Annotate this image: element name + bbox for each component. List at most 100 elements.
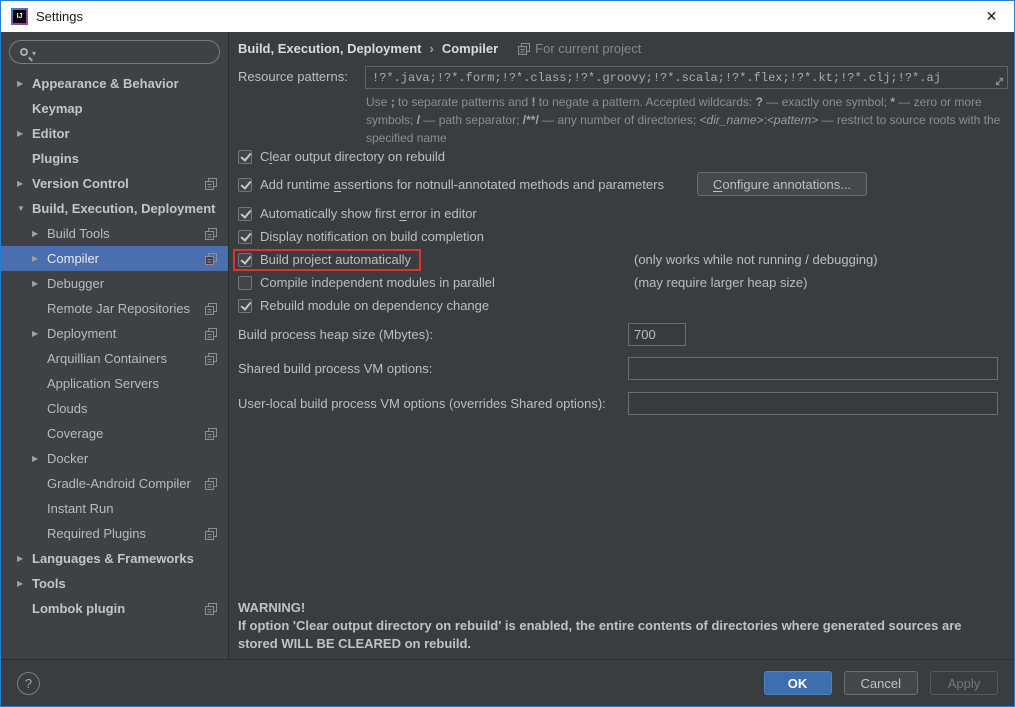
project-scope-icon xyxy=(205,602,217,615)
sidebar-item-editor[interactable]: ▶ Editor xyxy=(1,121,228,146)
hint-segment: ? xyxy=(755,95,763,109)
checkbox-label: Configure annotations... xyxy=(713,176,852,192)
display-notification-on-build-completion-checkbox[interactable] xyxy=(238,229,252,244)
sidebar-item-instant-run[interactable]: Instant Run xyxy=(1,496,228,521)
dialog-body: ▾ ▶ Appearance & Behavior Keymap ▶ Editor Plu… xyxy=(1,32,1014,659)
shared-vm-options-label: Shared build process VM options: xyxy=(238,361,433,376)
sidebar-item-label: Remote Jar Repositories xyxy=(47,301,191,316)
dialog-footer: ? OK Cancel Apply xyxy=(1,659,1014,706)
hint-segment: to separate patterns and xyxy=(394,95,532,109)
checkbox-note: (only works while not running / debuggin… xyxy=(634,252,878,267)
sidebar-item-gradle-android-compiler[interactable]: Gradle-Android Compiler xyxy=(1,471,228,496)
checkbox-label: Display notification on build completion xyxy=(260,229,485,244)
intellij-logo-icon: IJ xyxy=(11,8,28,25)
sidebar-item-label: Docker xyxy=(47,451,89,466)
settings-search-input[interactable]: ▾ xyxy=(9,40,220,64)
breadcrumb: Build, Execution, Deployment › Compiler … xyxy=(238,41,641,56)
chevron-right-icon[interactable]: ▶ xyxy=(17,129,32,138)
ok-button[interactable]: OK xyxy=(763,671,832,695)
sidebar-item-build-tools[interactable]: ▶ Build Tools xyxy=(1,221,228,246)
sidebar-item-languages-frameworks[interactable]: ▶ Languages & Frameworks xyxy=(1,546,228,571)
sidebar-item-remote-jar-repositories[interactable]: Remote Jar Repositories xyxy=(1,296,228,321)
chevron-right-icon[interactable]: ▶ xyxy=(17,79,32,88)
sidebar-item-build-execution-deployment[interactable]: ▼ Build, Execution, Deployment xyxy=(1,196,228,221)
sidebar-item-label: Debugger xyxy=(47,276,105,291)
sidebar-item-deployment[interactable]: ▶ Deployment xyxy=(1,321,228,346)
sidebar-item-label: Compiler xyxy=(47,251,100,266)
resource-patterns-label: Resource patterns: xyxy=(238,69,348,84)
hint-segment: — path separator; xyxy=(420,113,523,127)
hint-segment: /**/ xyxy=(522,113,539,127)
cancel-button[interactable]: Cancel xyxy=(843,671,918,695)
window-title: Settings xyxy=(36,9,83,24)
sidebar-item-label: Lombok plugin xyxy=(32,601,126,616)
chevron-right-icon[interactable]: ▶ xyxy=(32,454,47,463)
sidebar-item-arquillian-containers[interactable]: Arquillian Containers xyxy=(1,346,228,371)
user-local-vm-options-label: User-local build process VM options (ove… xyxy=(238,396,606,411)
shared-vm-options-input[interactable] xyxy=(628,357,998,380)
sidebar-item-application-servers[interactable]: Application Servers xyxy=(1,371,228,396)
user-local-vm-options-row: User-local build process VM options (ove… xyxy=(238,392,998,416)
sidebar-item-label: Tools xyxy=(32,576,66,591)
close-icon[interactable]: ✕ xyxy=(969,1,1014,32)
checkbox-label: Clear output directory on rebuild xyxy=(260,149,445,164)
sidebar-item-tools[interactable]: ▶ Tools xyxy=(1,571,228,596)
project-scope-icon xyxy=(205,427,217,440)
sidebar-item-label: Deployment xyxy=(47,326,117,341)
sidebar-item-version-control[interactable]: ▶ Version Control xyxy=(1,171,228,196)
add-runtime-assertions-for-notnull-annotated-methods-and-parameters-checkbox[interactable] xyxy=(238,177,252,192)
chevron-right-icon[interactable]: ▶ xyxy=(17,554,32,563)
sidebar-item-keymap[interactable]: Keymap xyxy=(1,96,228,121)
sidebar-item-debugger[interactable]: ▶ Debugger xyxy=(1,271,228,296)
chevron-right-icon[interactable]: ▶ xyxy=(32,254,47,263)
warning-line: If option 'Clear output directory on reb… xyxy=(238,618,962,633)
chevron-right-icon[interactable]: ▶ xyxy=(32,229,47,238)
sidebar-item-label: Languages & Frameworks xyxy=(32,551,194,566)
help-button[interactable]: ? xyxy=(17,671,40,695)
sidebar-item-coverage[interactable]: Coverage xyxy=(1,421,228,446)
hint-segment: <dir_name> xyxy=(699,113,764,127)
checkbox-label: Add runtime assertions for notnull-annot… xyxy=(260,177,664,192)
chevron-right-icon[interactable]: ▶ xyxy=(32,329,47,338)
sidebar-item-label: Coverage xyxy=(47,426,104,441)
sidebar-item-plugins[interactable]: Plugins xyxy=(1,146,228,171)
resource-patterns-fieldbox xyxy=(365,66,1008,89)
scope-label: For current project xyxy=(518,41,641,56)
checkbox-note: (may require larger heap size) xyxy=(634,275,808,290)
chevron-right-icon[interactable]: ▶ xyxy=(32,279,47,288)
sidebar-item-label: Instant Run xyxy=(47,501,114,516)
sidebar-item-required-plugins[interactable]: Required Plugins xyxy=(1,521,228,546)
project-scope-icon xyxy=(205,252,217,265)
configure-annotations-button[interactable]: Configure annotations... xyxy=(697,172,868,196)
clear-output-directory-on-rebuild-checkbox[interactable] xyxy=(238,149,252,164)
checkbox-row-display-notification-on-build-completion: Display notification on build completion xyxy=(238,225,1006,248)
sidebar-item-compiler[interactable]: ▶ Compiler xyxy=(1,246,228,271)
build-process-heap-size-input[interactable] xyxy=(628,323,686,346)
search-icon xyxy=(20,48,28,56)
chevron-right-icon[interactable]: ▶ xyxy=(17,179,32,188)
apply-button[interactable]: Apply xyxy=(930,671,998,695)
build-project-automatically-checkbox[interactable] xyxy=(238,252,252,267)
hint-segment: — exactly one symbol; xyxy=(762,95,891,109)
settings-tree: ▶ Appearance & Behavior Keymap ▶ Editor Plugi… xyxy=(1,71,228,621)
breadcrumb-parent[interactable]: Build, Execution, Deployment xyxy=(238,41,421,56)
sidebar-item-appearance-behavior[interactable]: ▶ Appearance & Behavior xyxy=(1,71,228,96)
checkbox-label: Automatically show first error in editor xyxy=(260,206,477,221)
search-caret-icon[interactable]: ▾ xyxy=(32,49,36,58)
rebuild-module-on-dependency-change-checkbox[interactable] xyxy=(238,298,252,313)
sidebar-item-docker[interactable]: ▶ Docker xyxy=(1,446,228,471)
chevron-down-icon[interactable]: ▼ xyxy=(17,204,32,213)
user-local-vm-options-input[interactable] xyxy=(628,392,998,415)
sidebar-item-label: Plugins xyxy=(32,151,79,166)
checkbox-row-add-runtime-assertions-for-notnull-annotated-methods-and-parameters: Add runtime assertions for notnull-annot… xyxy=(238,172,1006,196)
checkbox-label: Compile independent modules in parallel xyxy=(260,275,495,290)
compile-independent-modules-in-parallel-checkbox[interactable] xyxy=(238,275,252,290)
chevron-right-icon[interactable]: ▶ xyxy=(17,579,32,588)
automatically-show-first-error-in-editor-checkbox[interactable] xyxy=(238,206,252,221)
resource-patterns-input[interactable] xyxy=(372,70,989,85)
sidebar-item-lombok-plugin[interactable]: Lombok plugin xyxy=(1,596,228,621)
sidebar-item-label: Build, Execution, Deployment xyxy=(32,201,216,216)
build-process-heap-size-row: Build process heap size (Mbytes): xyxy=(238,323,998,347)
expand-field-icon[interactable] xyxy=(994,76,1005,87)
sidebar-item-clouds[interactable]: Clouds xyxy=(1,396,228,421)
